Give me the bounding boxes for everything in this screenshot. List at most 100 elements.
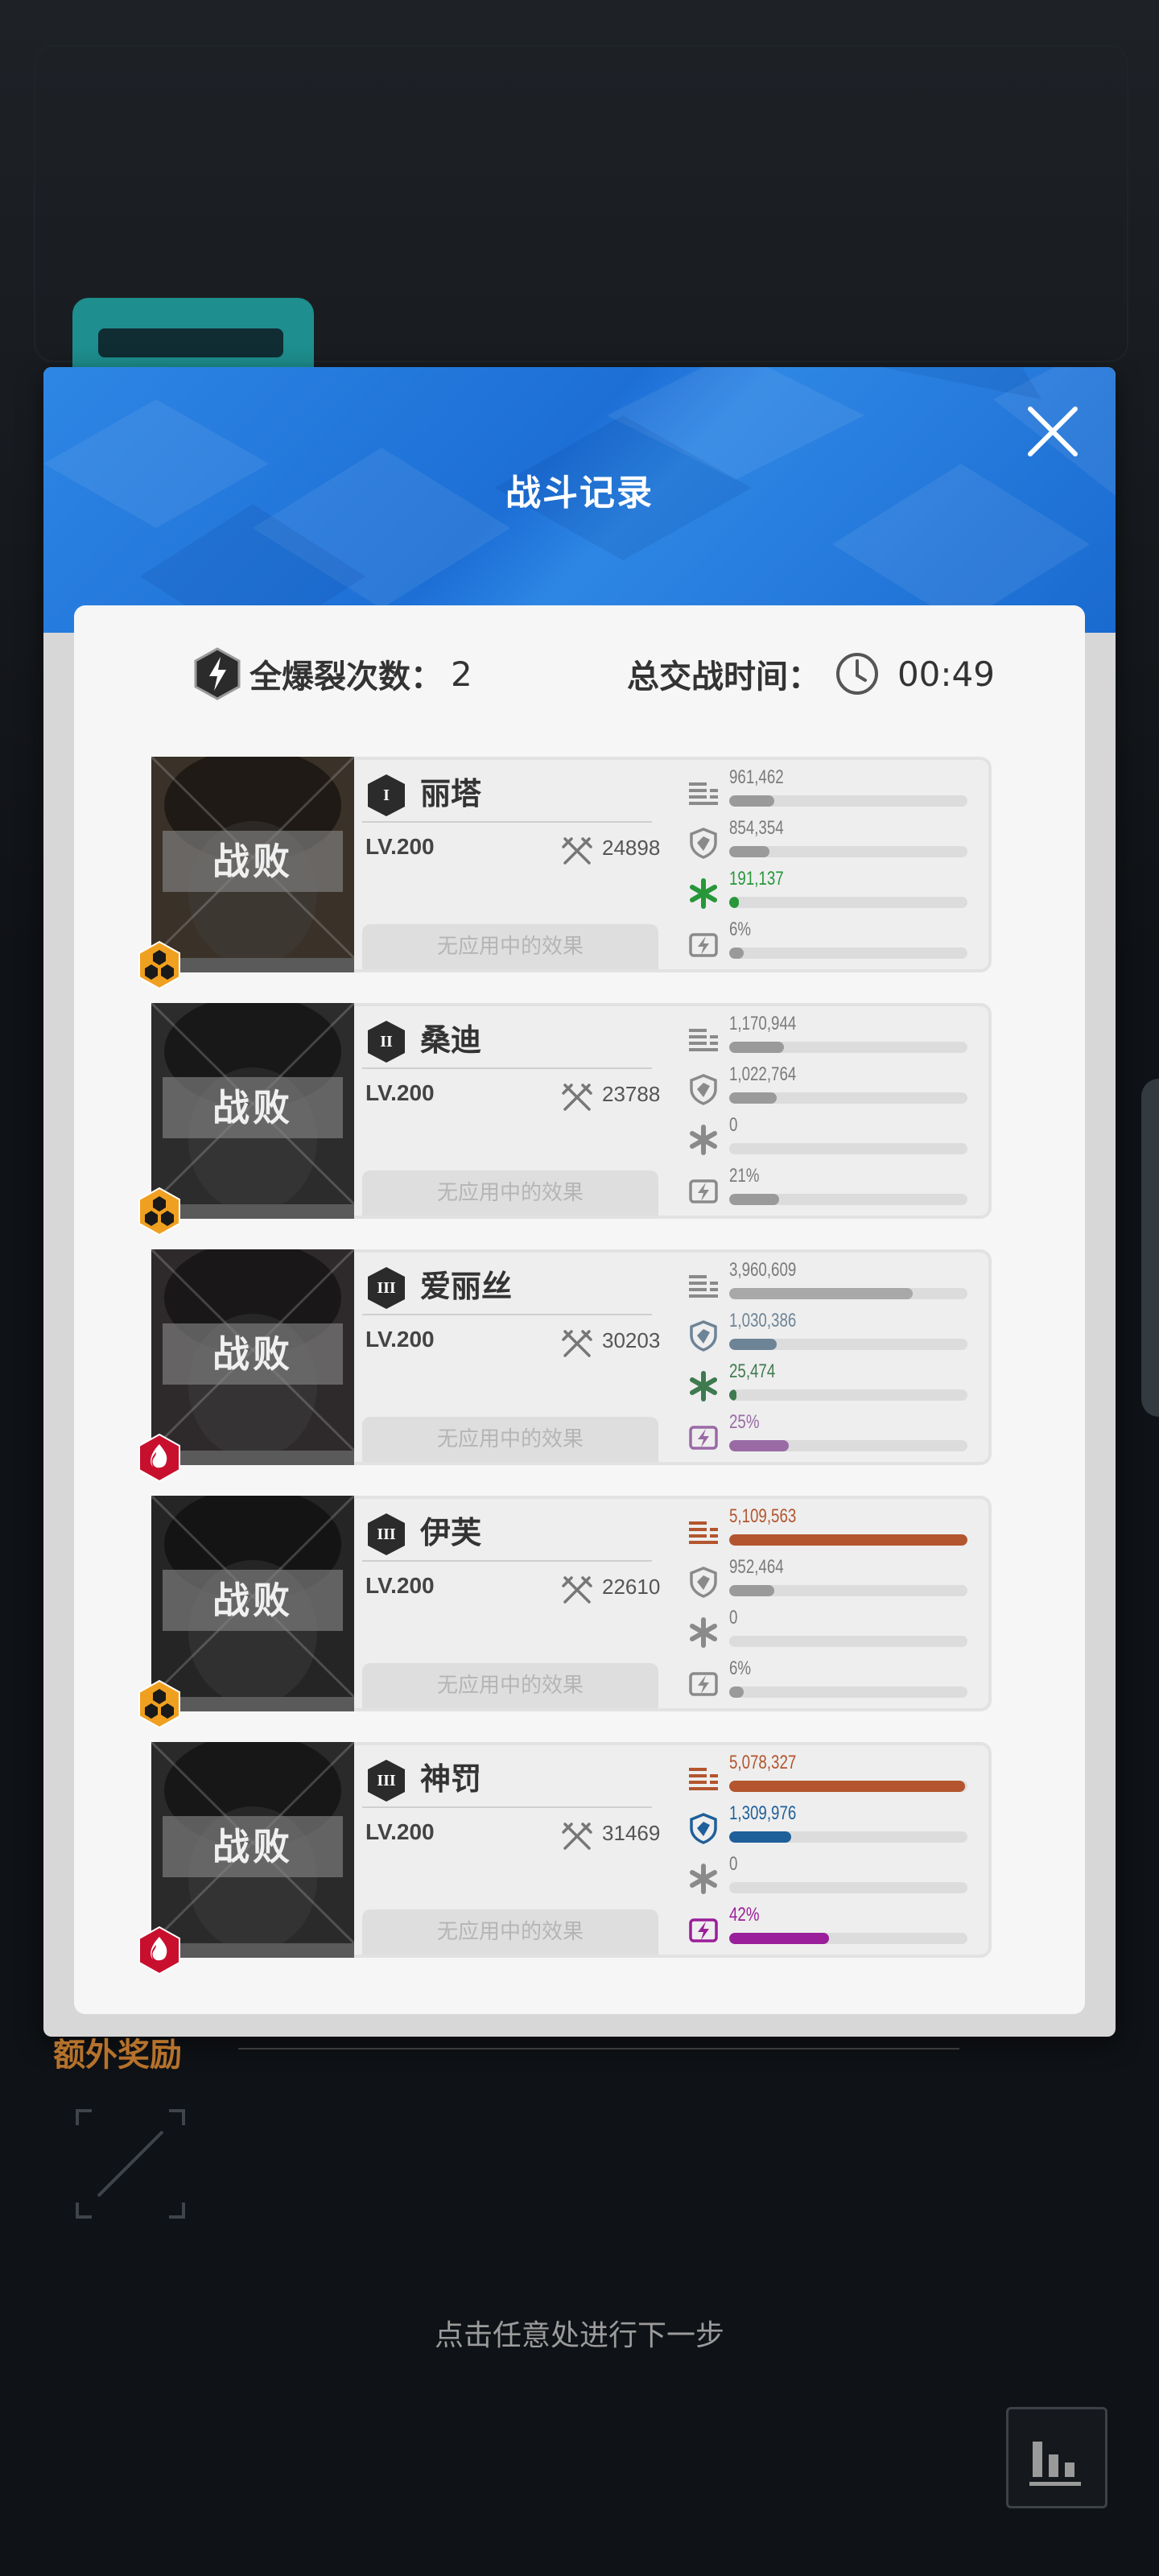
character-name: 桑迪	[420, 1022, 482, 1058]
burst-count-label: 全爆裂次数：	[250, 658, 443, 696]
damage-icon	[689, 1768, 718, 1790]
character-card[interactable]: 战败 II 桑迪 LV.200 23788 无应用中的效果 1,170,944	[138, 1003, 992, 1236]
stat-heal-bar	[729, 1882, 967, 1893]
stat-damage-bar	[729, 1042, 967, 1053]
defeated-label: 战败	[163, 1323, 343, 1385]
burst-gauge-icon	[689, 1672, 718, 1696]
stat-heal: 25,474	[687, 1360, 977, 1409]
dialog-title: 战斗记录	[505, 473, 654, 514]
stat-burst-bar	[729, 1686, 967, 1698]
stat-taken-bar-fill	[729, 1831, 791, 1843]
stat-burst: 21%	[687, 1165, 977, 1213]
shield-icon	[690, 1567, 717, 1598]
shield-icon	[690, 1074, 717, 1105]
character-card[interactable]: 战败 III 神罚 LV.200 31469 无应用中的效果 5,078,327	[138, 1742, 992, 1975]
stat-damage: 5,078,327	[687, 1752, 977, 1800]
character-name: 神罚	[420, 1761, 482, 1797]
stat-damage-bar-fill	[729, 1288, 913, 1299]
stat-taken-bar	[729, 1339, 967, 1350]
stat-burst: 6%	[687, 919, 977, 967]
stat-damage-bar	[729, 1781, 967, 1792]
stat-heal-bar-fill	[729, 897, 739, 908]
stat-heal: 191,137	[687, 868, 977, 916]
stat-damage-value: 3,960,609	[729, 1259, 797, 1281]
stat-burst-value: 42%	[729, 1904, 760, 1926]
stat-damage-bar-fill	[729, 1781, 966, 1792]
burst-hex-icon	[194, 647, 241, 700]
burst-count-value: 2	[451, 654, 472, 694]
name-divider	[362, 1067, 652, 1069]
stat-taken-bar-fill	[729, 846, 770, 857]
stat-damage-value: 1,170,944	[729, 1013, 797, 1034]
character-level: LV.200	[365, 1819, 435, 1844]
burst-gauge-icon	[689, 1179, 718, 1203]
stats-button[interactable]	[1006, 2407, 1107, 2508]
rank-numeral: III	[377, 1525, 396, 1543]
stat-burst-value: 25%	[729, 1411, 760, 1433]
close-button[interactable]	[1022, 401, 1083, 462]
combat-power-icon	[562, 1330, 592, 1357]
stat-taken-bar-fill	[729, 1092, 777, 1104]
stat-taken-bar	[729, 1585, 967, 1596]
rank-numeral: II	[380, 1033, 393, 1051]
stat-damage: 5,109,563	[687, 1505, 977, 1554]
stat-burst-bar-fill	[729, 947, 744, 959]
heal-icon	[690, 1371, 717, 1402]
character-card[interactable]: 战败 III 伊芙 LV.200 22610 无应用中的效果 5,109,563	[138, 1496, 992, 1729]
rank-numeral: III	[377, 1772, 396, 1790]
stat-taken-value: 1,022,764	[729, 1063, 797, 1085]
stat-damage-bar	[729, 1288, 967, 1299]
stat-taken-bar-fill	[729, 1339, 777, 1350]
stat-heal: 0	[687, 1853, 977, 1901]
battle-summary: 全爆裂次数： 2 总交战时间： 00:49	[74, 605, 1085, 742]
fire-element-icon	[138, 1926, 180, 1975]
stat-burst-bar-fill	[729, 1686, 744, 1698]
battle-record-panel: 全爆裂次数： 2 总交战时间： 00:49 战败 I 丽塔 LV.200 248…	[74, 605, 1085, 2014]
character-card[interactable]: 战败 I 丽塔 LV.200 24898 无应用中的效果 961,462 854…	[138, 757, 992, 990]
effects-bar: 无应用中的效果	[362, 1170, 658, 1216]
empty-reward-slot	[76, 2109, 185, 2219]
fire-element-icon	[138, 1433, 180, 1483]
stat-taken-bar-fill	[729, 1585, 775, 1596]
defeated-label: 战败	[163, 1816, 343, 1877]
stat-damage-bar	[729, 795, 967, 807]
stat-damage-bar-fill	[729, 1534, 967, 1546]
battle-time-value: 00:49	[897, 654, 995, 694]
rank-numeral: I	[383, 786, 390, 804]
defeated-label: 战败	[163, 831, 343, 892]
stat-damage-bar-fill	[729, 1042, 785, 1053]
effects-bar: 无应用中的效果	[362, 1909, 658, 1955]
stat-damage-value: 5,078,327	[729, 1752, 797, 1773]
heal-icon	[690, 1864, 717, 1894]
side-handle	[1141, 1079, 1159, 1417]
stat-burst-value: 6%	[729, 1657, 752, 1679]
combat-power-icon	[562, 1823, 592, 1850]
stat-burst: 6%	[687, 1657, 977, 1706]
battle-time: 总交战时间： 00:49	[627, 647, 995, 700]
shield-icon	[690, 828, 717, 859]
character-name: 爱丽丝	[420, 1269, 513, 1304]
stat-damage-value: 961,462	[729, 766, 784, 788]
character-stats: 5,078,327 1,309,976 0 42%	[687, 1752, 977, 1955]
damage-icon	[689, 782, 718, 805]
defeated-label: 战败	[163, 1077, 343, 1138]
burst-gauge-icon	[689, 1426, 718, 1450]
stat-damage-bar-fill	[729, 795, 775, 807]
continue-hint[interactable]: 点击任意处进行下一步	[0, 2312, 1159, 2354]
stat-heal: 0	[687, 1114, 977, 1162]
stat-damage: 961,462	[687, 766, 977, 815]
stat-burst-bar-fill	[729, 1194, 780, 1205]
burst-gauge-icon	[689, 1918, 718, 1942]
stat-taken: 1,030,386	[687, 1310, 977, 1358]
stat-heal-value: 25,474	[729, 1360, 776, 1382]
character-card[interactable]: 战败 III 爱丽丝 LV.200 30203 无应用中的效果 3,960,60…	[138, 1249, 992, 1483]
stat-burst-bar-fill	[729, 1933, 830, 1944]
stat-burst: 25%	[687, 1411, 977, 1459]
shield-icon	[690, 1320, 717, 1352]
stat-taken-value: 1,309,976	[729, 1802, 797, 1824]
stat-heal-bar-fill	[729, 1389, 736, 1401]
character-level: LV.200	[365, 1573, 435, 1598]
heal-icon	[690, 878, 717, 909]
stat-taken-value: 952,464	[729, 1556, 784, 1578]
stat-burst-bar	[729, 1440, 967, 1451]
